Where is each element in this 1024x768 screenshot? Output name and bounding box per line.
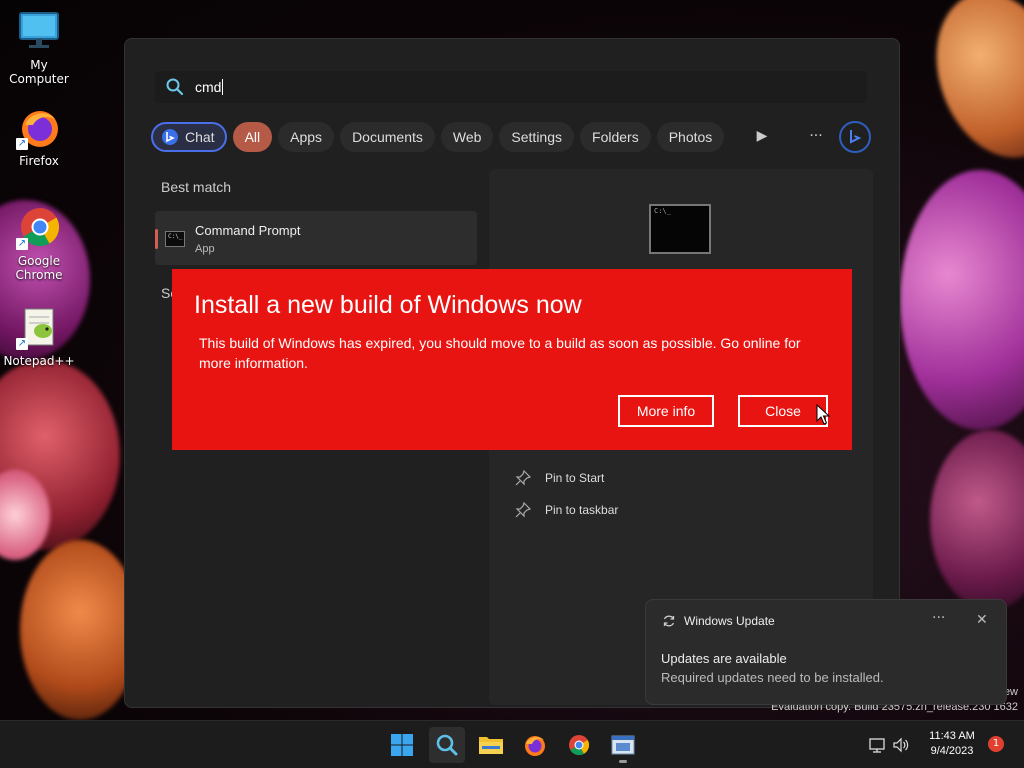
pin-to-taskbar-label: Pin to taskbar bbox=[545, 503, 619, 517]
windows-update-notification[interactable]: Windows Update ··· ✕ Updates are availab… bbox=[645, 599, 1007, 705]
firefox-icon bbox=[525, 736, 545, 756]
search-query: cmd bbox=[195, 79, 224, 95]
filter-photos[interactable]: Photos bbox=[656, 122, 725, 152]
filter-documents[interactable]: Documents bbox=[340, 122, 435, 152]
desktop-icon-label: My Computer bbox=[9, 58, 69, 86]
notification-count-badge[interactable]: 1 bbox=[988, 736, 1004, 752]
desktop-icon-my-computer[interactable]: My Computer bbox=[1, 8, 77, 86]
filter-apps[interactable]: Apps bbox=[278, 122, 335, 152]
build-expired-dialog: Install a new build of Windows now This … bbox=[172, 269, 852, 450]
filter-chat[interactable]: Chat bbox=[151, 122, 227, 152]
taskbar-search-button[interactable] bbox=[429, 727, 465, 763]
start-button[interactable] bbox=[384, 727, 420, 763]
notification-app-name: Windows Update bbox=[684, 614, 775, 628]
desktop-icon-google-chrome[interactable]: ↗ Google Chrome bbox=[1, 204, 77, 282]
window-app-icon bbox=[611, 735, 635, 755]
pin-icon bbox=[515, 470, 531, 486]
notification-more-icon[interactable]: ··· bbox=[932, 610, 945, 626]
pin-icon bbox=[515, 502, 531, 518]
result-type: App bbox=[195, 243, 215, 255]
taskbar-clock[interactable]: 11:43 AM 9/4/2023 bbox=[922, 729, 982, 759]
shortcut-arrow-icon: ↗ bbox=[16, 338, 28, 350]
search-filter-bar: Chat All Apps Documents Web Settings Fol… bbox=[151, 121, 730, 153]
desktop-icon-label: Firefox bbox=[19, 154, 59, 168]
desktop-icon-label: Notepad++ bbox=[3, 354, 75, 368]
dialog-message: This build of Windows has expired, you s… bbox=[199, 335, 801, 371]
selection-accent bbox=[155, 229, 158, 249]
pin-to-taskbar-action[interactable]: Pin to taskbar bbox=[515, 502, 618, 518]
volume-icon[interactable] bbox=[892, 736, 910, 754]
command-prompt-icon: C:\_ bbox=[165, 231, 185, 247]
filter-web[interactable]: Web bbox=[440, 122, 494, 152]
chrome-icon: ↗ bbox=[16, 204, 62, 250]
bing-icon bbox=[162, 129, 178, 145]
filter-folders[interactable]: Folders bbox=[580, 122, 651, 152]
windows-logo-icon bbox=[391, 734, 413, 756]
taskbar-chrome[interactable] bbox=[561, 727, 597, 763]
chrome-icon bbox=[569, 735, 590, 756]
pin-to-start-label: Pin to Start bbox=[545, 471, 605, 485]
notification-close-icon[interactable]: ✕ bbox=[976, 612, 988, 628]
sync-icon bbox=[663, 615, 675, 627]
best-match-heading: Best match bbox=[161, 179, 232, 195]
monitor-icon bbox=[16, 8, 62, 54]
taskbar-firefox[interactable] bbox=[517, 727, 553, 763]
desktop-icon-label: Google Chrome bbox=[15, 254, 63, 282]
notification-message: Required updates need to be installed. bbox=[661, 670, 884, 685]
network-icon[interactable] bbox=[868, 736, 886, 754]
taskbar: 11:43 AM 9/4/2023 bbox=[0, 720, 1024, 768]
dialog-title: Install a new build of Windows now bbox=[194, 291, 582, 319]
taskbar-open-window[interactable] bbox=[605, 727, 641, 763]
search-icon bbox=[166, 78, 184, 96]
folder-icon bbox=[479, 737, 503, 754]
command-prompt-large-icon: C:\_ bbox=[649, 204, 711, 254]
notification-title: Updates are available bbox=[661, 651, 787, 666]
search-icon bbox=[436, 734, 458, 756]
result-name: Command Prompt bbox=[195, 223, 301, 238]
more-info-button[interactable]: More info bbox=[618, 395, 714, 427]
pin-to-start-action[interactable]: Pin to Start bbox=[515, 470, 604, 486]
firefox-icon: ↗ bbox=[16, 104, 62, 150]
scroll-filters-right-icon[interactable]: ▶ bbox=[747, 121, 777, 151]
desktop-icon-notepad-plus-plus[interactable]: ↗ Notepad++ bbox=[1, 304, 77, 368]
filter-chat-label: Chat bbox=[185, 129, 215, 145]
shortcut-arrow-icon: ↗ bbox=[16, 138, 28, 150]
running-indicator bbox=[619, 760, 627, 763]
notepad-plus-plus-icon: ↗ bbox=[16, 304, 62, 350]
shortcut-arrow-icon: ↗ bbox=[16, 238, 28, 250]
desktop-icon-firefox[interactable]: ↗ Firefox bbox=[1, 104, 77, 168]
taskbar-file-explorer[interactable] bbox=[473, 727, 509, 763]
clock-time: 11:43 AM bbox=[929, 730, 975, 742]
more-options-icon[interactable]: ··· bbox=[801, 121, 831, 151]
mouse-cursor-icon bbox=[816, 404, 830, 425]
close-button[interactable]: Close bbox=[738, 395, 828, 427]
bing-chat-button[interactable] bbox=[839, 121, 871, 153]
filter-settings[interactable]: Settings bbox=[499, 122, 575, 152]
result-command-prompt[interactable]: C:\_ Command Prompt App bbox=[155, 211, 477, 265]
clock-date: 9/4/2023 bbox=[930, 745, 974, 757]
search-input[interactable]: cmd bbox=[155, 71, 867, 103]
bing-icon bbox=[850, 130, 862, 144]
filter-all[interactable]: All bbox=[232, 122, 273, 152]
